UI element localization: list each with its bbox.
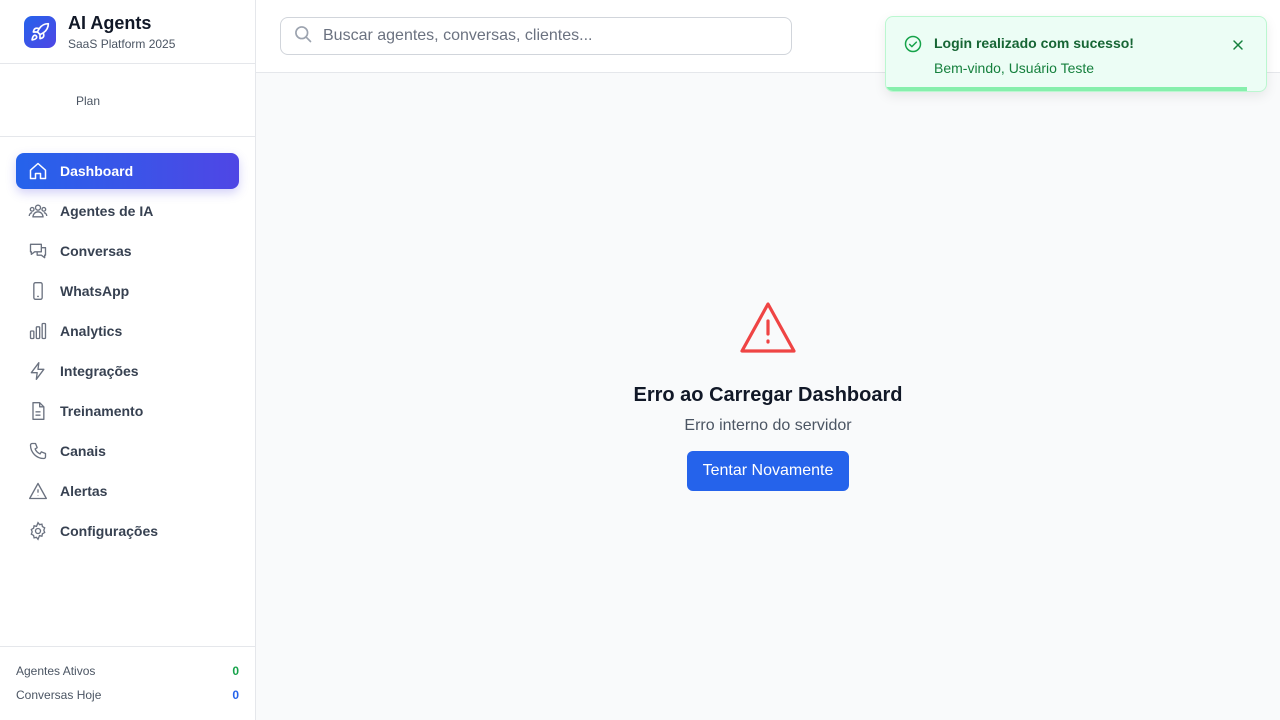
sidebar-item-canais[interactable]: Canais (16, 433, 239, 469)
stat-label: Conversas Hoje (16, 688, 102, 702)
search-box (280, 17, 792, 55)
error-panel: Erro ao Carregar Dashboard Erro interno … (256, 301, 1280, 491)
search-input[interactable] (323, 27, 763, 45)
sidebar-item-integracoes[interactable]: Integrações (16, 353, 239, 389)
retry-button[interactable]: Tentar Novamente (686, 451, 850, 491)
stat-conversas-hoje: Conversas Hoje 0 (16, 688, 239, 704)
gear-icon (28, 521, 48, 541)
document-icon (28, 401, 48, 421)
plan-label: Plan (76, 94, 101, 108)
sidebar-item-analytics[interactable]: Analytics (16, 313, 239, 349)
sidebar-item-label: Analytics (60, 323, 123, 339)
users-icon (28, 201, 48, 221)
app-subtitle: SaaS Platform 2025 (68, 36, 176, 51)
close-icon[interactable] (1230, 37, 1246, 53)
stat-value: 0 (232, 664, 239, 678)
sidebar-nav: Dashboard Agentes de IA Conversas WhatsA… (0, 137, 255, 549)
brand-header: AI Agents SaaS Platform 2025 (0, 0, 255, 64)
stat-label: Agentes Ativos (16, 664, 96, 678)
sidebar-item-treinamento[interactable]: Treinamento (16, 393, 239, 429)
sidebar-item-label: Canais (60, 443, 106, 459)
main-content: Erro ao Carregar Dashboard Erro interno … (256, 73, 1280, 720)
sidebar-item-configuracoes[interactable]: Configurações (16, 513, 239, 549)
sidebar: AI Agents SaaS Platform 2025 Plan Dashbo… (0, 0, 256, 720)
sidebar-item-label: Conversas (60, 243, 132, 259)
sidebar-item-agentes[interactable]: Agentes de IA (16, 193, 239, 229)
search-icon (293, 24, 313, 49)
sidebar-item-label: WhatsApp (60, 283, 130, 299)
sidebar-item-alertas[interactable]: Alertas (16, 473, 239, 509)
error-message: Erro interno do servidor (684, 417, 852, 434)
check-circle-icon (904, 35, 922, 53)
toast-notification: Login realizado com sucesso! Bem-vindo, … (885, 16, 1267, 92)
phone-icon (28, 441, 48, 461)
toast-message: Bem-vindo, Usuário Teste (934, 60, 1095, 76)
plan-section: Plan (0, 64, 255, 137)
sidebar-stats: Agentes Ativos 0 Conversas Hoje 0 (0, 646, 255, 720)
sidebar-item-label: Alertas (60, 483, 108, 499)
toast-title: Login realizado com sucesso! (934, 35, 1134, 51)
error-title: Erro ao Carregar Dashboard (633, 384, 903, 406)
home-icon (28, 161, 48, 181)
sidebar-item-label: Agentes de IA (60, 203, 154, 219)
sidebar-item-conversas[interactable]: Conversas (16, 233, 239, 269)
sidebar-item-label: Treinamento (60, 403, 144, 419)
sidebar-item-label: Dashboard (60, 163, 134, 179)
bar-chart-icon (28, 321, 48, 341)
stat-value: 0 (232, 688, 239, 702)
bolt-icon (28, 361, 48, 381)
sidebar-item-label: Integrações (60, 363, 139, 379)
sidebar-item-whatsapp[interactable]: WhatsApp (16, 273, 239, 309)
app-title: AI Agents (68, 12, 152, 33)
rocket-icon (24, 15, 56, 48)
chat-icon (28, 241, 48, 261)
phone-device-icon (28, 281, 48, 301)
warning-icon (739, 301, 797, 355)
alert-icon (28, 481, 48, 501)
stat-agentes-ativos: Agentes Ativos 0 (16, 664, 239, 680)
toast-progress-bar (886, 87, 1247, 91)
sidebar-item-dashboard[interactable]: Dashboard (16, 153, 239, 189)
sidebar-item-label: Configurações (60, 523, 159, 539)
